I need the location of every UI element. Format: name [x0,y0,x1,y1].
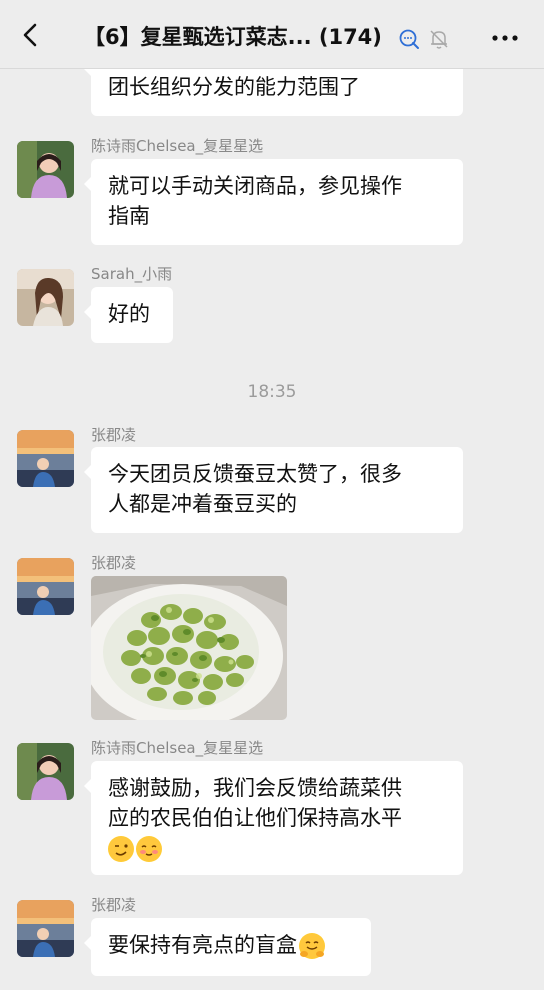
mute-bell-icon[interactable] [428,28,450,50]
avatar-image [17,558,74,615]
more-dots-icon[interactable] [490,24,520,48]
message-text: 团长组织分发的能力范围了 [108,75,360,99]
message-bubble[interactable]: 今天团员反馈蚕豆太赞了，很多 人都是冲着蚕豆买的 [84,447,463,533]
blush-emoji [136,836,162,862]
message-bubble[interactable]: 好的 [84,287,173,343]
avatar-image [17,743,74,800]
sender-name: 张郡凌 [91,554,137,572]
wink-emoji [108,836,134,862]
sender-name: 陈诗雨Chelsea_复星星选 [91,137,264,155]
message-bubble[interactable]: 就可以手动关闭商品，参见操作 指南 [84,159,463,245]
avatar-image [17,141,74,198]
sender-name: 陈诗雨Chelsea_复星星选 [91,739,264,757]
avatar[interactable] [17,430,74,487]
fava-beans-photo[interactable] [91,576,287,720]
sender-name: 张郡凌 [91,426,137,444]
sender-name: 张郡凌 [91,896,137,914]
timestamp: 18:35 [247,382,297,402]
chat-search-icon[interactable] [398,28,420,50]
avatar[interactable] [17,269,74,326]
chevron-left-icon[interactable] [18,22,44,48]
avatar[interactable] [17,900,74,957]
avatar-image [17,900,74,957]
avatar[interactable] [17,558,74,615]
chat-header: 【6】复星甄选订菜志... (174) [0,0,544,69]
avatar[interactable] [17,141,74,198]
sender-name: Sarah_小雨 [91,265,173,283]
avatar[interactable] [17,743,74,800]
message-text: 今天团员反馈蚕豆太赞了，很多 人都是冲着蚕豆买的 [108,462,402,516]
message-bubble[interactable]: 感谢鼓励，我们会反馈给蔬菜供 应的农民伯伯让他们保持高水平 [84,761,463,875]
avatar-image [17,269,74,326]
chat-title[interactable]: 【6】复星甄选订菜志... (174) [84,22,414,52]
hug-emoji [299,933,325,959]
message-text: 好的 [108,302,150,326]
avatar-image [17,430,74,487]
photo-image [91,576,287,720]
message-text: 就可以手动关闭商品，参见操作 指南 [108,174,402,228]
chat-feed: 团长组织分发的能力范围了 陈诗雨Chelsea_复星星选 就可以手动关闭商品，参… [0,0,544,990]
message-bubble[interactable]: 要保持有亮点的盲盒 [84,918,371,976]
message-text: 要保持有亮点的盲盒 [108,933,297,957]
message-text: 感谢鼓励，我们会反馈给蔬菜供 应的农民伯伯让他们保持高水平 [108,776,402,830]
